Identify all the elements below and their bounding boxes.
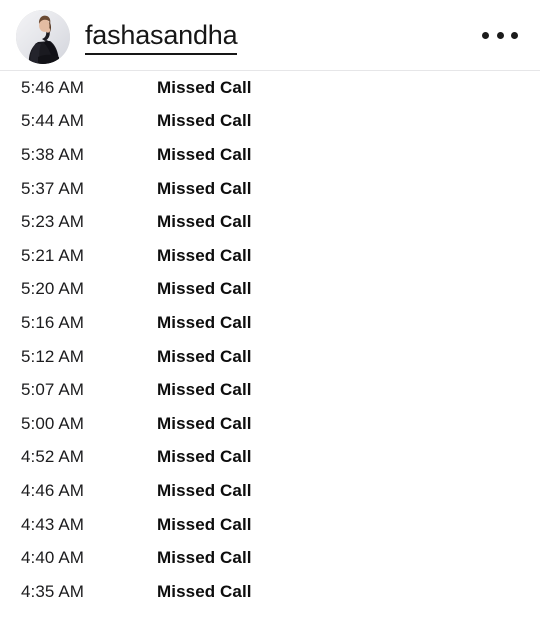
call-log-row[interactable]: 5:00 AM Missed Call	[0, 407, 540, 441]
more-options-icon[interactable]	[482, 26, 518, 44]
call-status: Missed Call	[157, 346, 252, 366]
avatar[interactable]	[16, 10, 70, 64]
call-time: 5:12 AM	[21, 346, 85, 366]
call-log-row[interactable]: 5:38 AM Missed Call	[0, 138, 540, 172]
call-status: Missed Call	[157, 245, 252, 265]
call-time: 4:43 AM	[21, 514, 85, 534]
call-status: Missed Call	[157, 413, 252, 433]
call-status: Missed Call	[157, 480, 252, 500]
call-log-row[interactable]: 4:52 AM Missed Call	[0, 441, 540, 475]
call-log-row[interactable]: 5:44 AM Missed Call	[0, 105, 540, 139]
call-time: 5:46 AM	[21, 77, 85, 97]
call-status: Missed Call	[157, 380, 252, 400]
call-log-row[interactable]: 5:16 AM Missed Call	[0, 306, 540, 340]
call-time: 5:21 AM	[21, 245, 85, 265]
call-log-row[interactable]: 5:21 AM Missed Call	[0, 239, 540, 273]
call-history-screen: fashasandha 5:46 AM Missed Call 5:44 AM Mis…	[0, 0, 540, 626]
call-status: Missed Call	[157, 111, 252, 131]
call-status: Missed Call	[157, 312, 252, 332]
call-time: 5:16 AM	[21, 312, 85, 332]
more-dot-3	[511, 31, 518, 39]
call-time: 4:35 AM	[21, 581, 85, 601]
call-log-row[interactable]: 5:23 AM Missed Call	[0, 205, 540, 239]
call-log-row[interactable]: 4:35 AM Missed Call	[0, 575, 540, 609]
call-status: Missed Call	[157, 144, 252, 164]
call-log-row[interactable]: 4:43 AM Missed Call	[0, 508, 540, 542]
call-time: 4:46 AM	[21, 480, 85, 500]
more-dot-1	[482, 31, 489, 39]
call-time: 5:38 AM	[21, 144, 85, 164]
call-status: Missed Call	[157, 212, 252, 232]
call-status: Missed Call	[157, 178, 252, 198]
call-log-row[interactable]: 5:37 AM Missed Call	[0, 172, 540, 206]
call-log-row[interactable]: 5:46 AM Missed Call	[0, 71, 540, 105]
call-time: 5:00 AM	[21, 413, 85, 433]
call-time: 4:40 AM	[21, 548, 85, 568]
call-log-list: 5:46 AM Missed Call 5:44 AM Missed Call 5:38…	[0, 71, 540, 609]
call-log-row[interactable]: 4:40 AM Missed Call	[0, 541, 540, 575]
call-status: Missed Call	[157, 581, 252, 601]
call-time: 5:23 AM	[21, 212, 85, 232]
call-status: Missed Call	[157, 514, 252, 534]
call-time: 5:44 AM	[21, 111, 85, 131]
more-dot-2	[496, 31, 504, 39]
call-time: 4:52 AM	[21, 447, 85, 467]
call-status: Missed Call	[157, 447, 252, 467]
call-log-row[interactable]: 4:46 AM Missed Call	[0, 474, 540, 508]
call-time: 5:20 AM	[21, 279, 85, 299]
call-status: Missed Call	[157, 77, 252, 97]
call-log-row[interactable]: 5:20 AM Missed Call	[0, 273, 540, 307]
username-link[interactable]: fashasandha	[85, 18, 238, 55]
call-status: Missed Call	[157, 548, 252, 568]
profile-header: fashasandha	[0, 0, 540, 70]
call-log-row[interactable]: 5:12 AM Missed Call	[0, 340, 540, 374]
call-time: 5:07 AM	[21, 380, 85, 400]
call-time: 5:37 AM	[21, 178, 85, 198]
call-status: Missed Call	[157, 279, 252, 299]
call-log-row[interactable]: 5:07 AM Missed Call	[0, 373, 540, 407]
